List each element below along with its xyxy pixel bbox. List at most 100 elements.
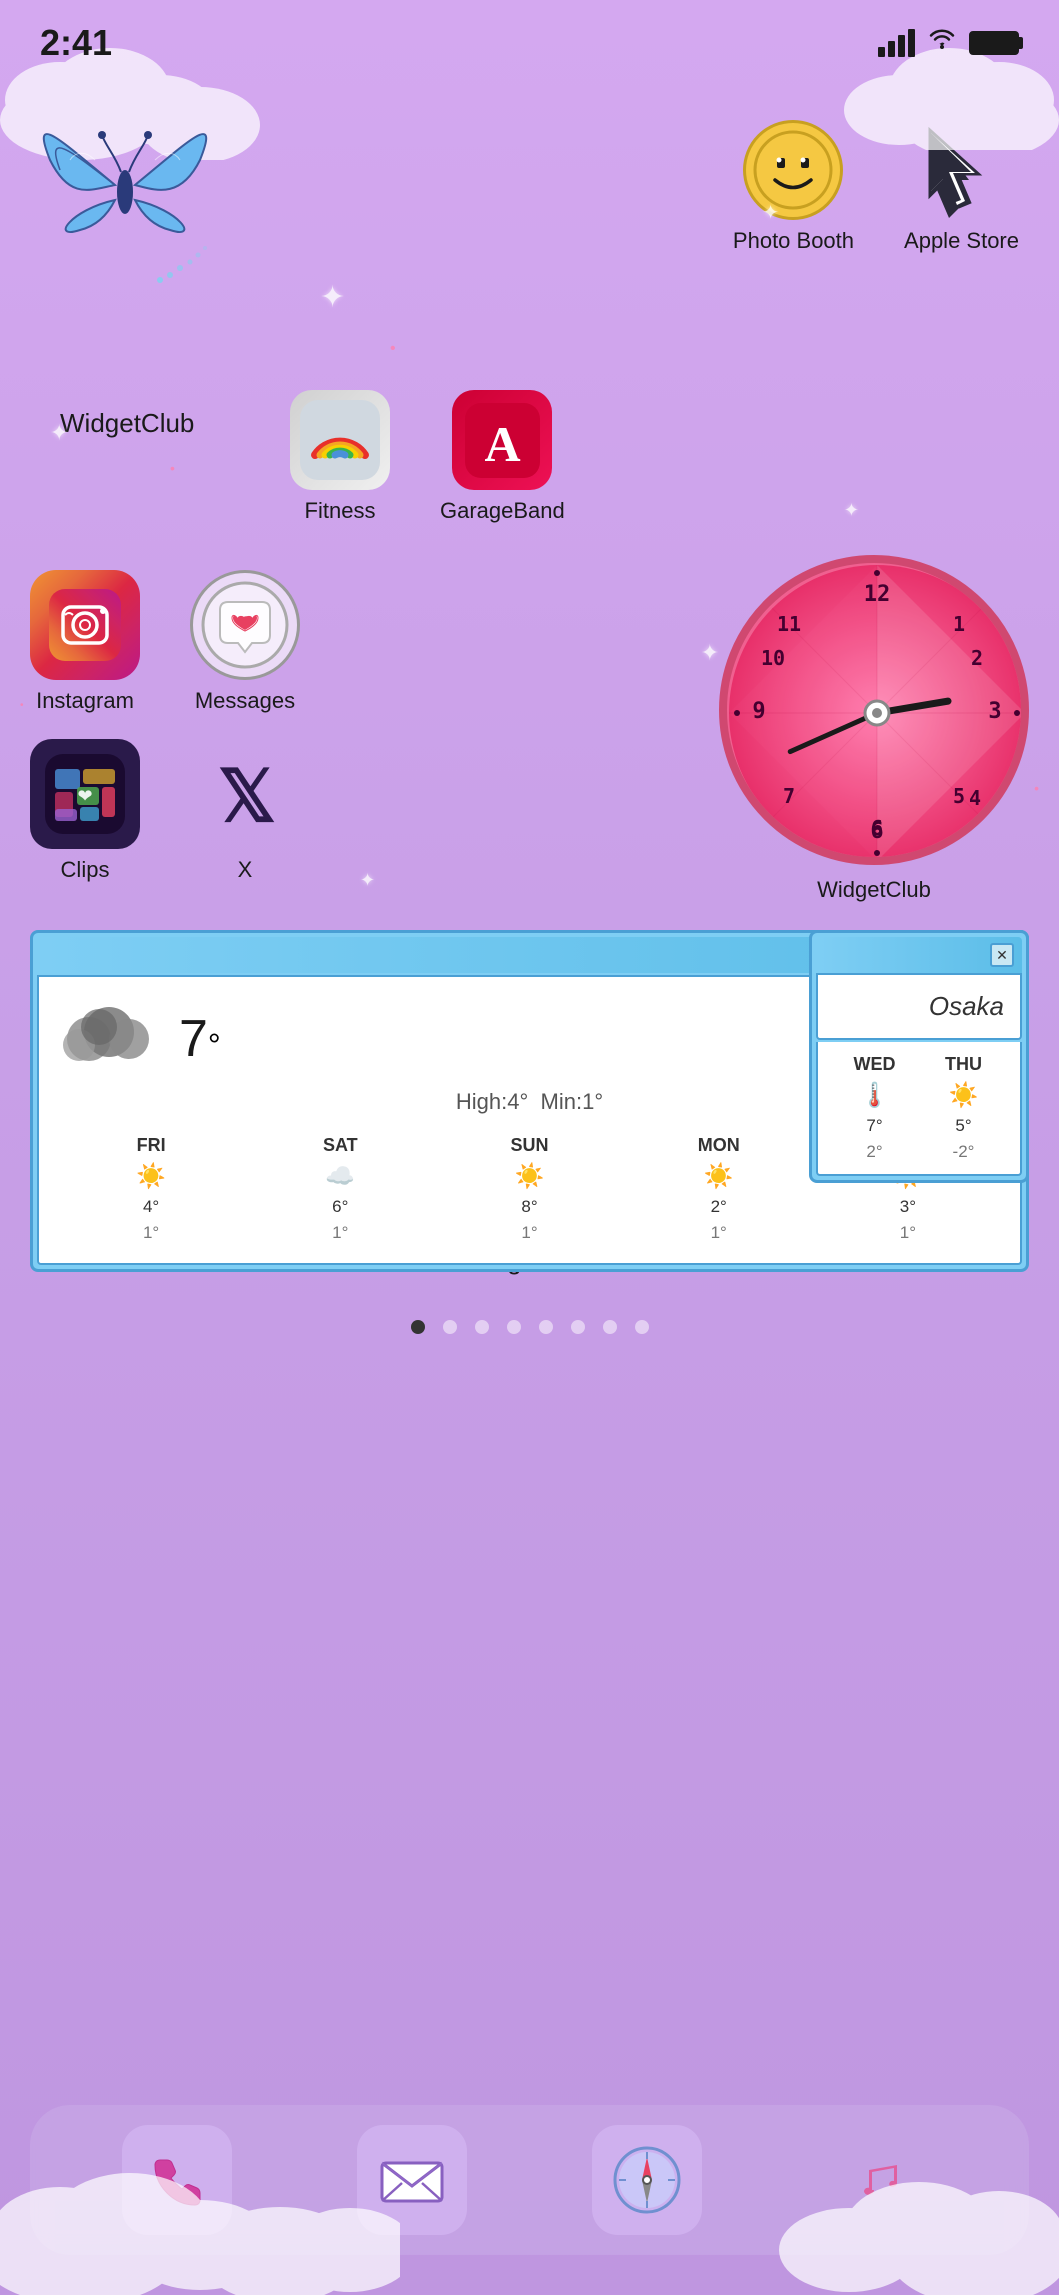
sparkle-6: • — [170, 460, 175, 476]
svg-text:2: 2 — [971, 646, 983, 670]
weather-cloud-icon — [59, 997, 159, 1081]
svg-text:4: 4 — [969, 786, 981, 810]
day-mon-hi: 2° — [711, 1197, 727, 1217]
svg-text:𝕏: 𝕏 — [218, 757, 275, 837]
weather-high-label: High: — [456, 1089, 507, 1114]
osaka-close-button[interactable]: ✕ — [990, 943, 1014, 967]
page-dot-0[interactable] — [411, 1320, 425, 1334]
osaka-extra-days: WED 🌡️ 7° 2° THU ☀️ 5° -2° — [816, 1042, 1022, 1176]
sparkle-9: • — [1034, 780, 1039, 796]
app-fitness[interactable]: Fitness — [290, 390, 390, 524]
osaka-city-label: Osaka — [929, 991, 1004, 1021]
svg-text:9: 9 — [752, 699, 765, 724]
signal-bars-icon — [878, 29, 915, 57]
day-thu-lo: -2° — [953, 1142, 975, 1162]
day-sat-name: SAT — [323, 1135, 358, 1156]
sparkle-7: ✦ — [701, 640, 719, 666]
weather-day-sat: SAT ☁️ 6° 1° — [248, 1135, 432, 1243]
app-row-2: WidgetClub Fitness A GarageBand — [60, 390, 565, 524]
fitness-label: Fitness — [305, 498, 376, 524]
sparkle-4: ✦ — [844, 500, 859, 521]
page-dot-1[interactable] — [443, 1320, 457, 1334]
svg-text:A: A — [484, 416, 520, 472]
clock-label-text: WidgetClub — [817, 877, 931, 902]
butterfly-decoration — [30, 80, 250, 325]
sparkle-8: ✦ — [360, 870, 375, 891]
butterfly-svg — [30, 80, 250, 320]
page-dot-5[interactable] — [571, 1320, 585, 1334]
day-sat-hi: 6° — [332, 1197, 348, 1217]
instagram-icon — [30, 570, 140, 680]
battery-icon — [969, 31, 1019, 55]
page-dot-7[interactable] — [635, 1320, 649, 1334]
sparkle-1: ✦ — [320, 280, 345, 315]
day-sat-icon: ☁️ — [325, 1162, 355, 1191]
svg-text:3: 3 — [988, 699, 1001, 724]
svg-text:6: 6 — [871, 816, 883, 840]
sparkle-10: • — [20, 700, 24, 711]
weather-day-sun: SUN ☀️ 8° 1° — [437, 1135, 621, 1243]
clock-widget-label: WidgetClub — [719, 877, 1029, 903]
cloud-bottom-left — [0, 2095, 400, 2295]
day-fri-hi: 4° — [143, 1197, 159, 1217]
osaka-body: Osaka — [816, 973, 1022, 1040]
app-row-3a: Instagram ❤ Messages — [30, 570, 300, 714]
app-messages[interactable]: ❤ Messages — [190, 570, 300, 714]
sparkle-3: ✦ — [50, 420, 68, 446]
app-clips[interactable]: ❤ Clips — [30, 739, 140, 883]
svg-text:5: 5 — [953, 784, 965, 808]
osaka-titlebar: ✕ — [816, 937, 1022, 973]
x-icon: 𝕏 — [190, 739, 300, 849]
svg-text:1: 1 — [953, 612, 965, 636]
app-widget-club-large[interactable]: WidgetClub — [60, 390, 240, 439]
page-dot-2[interactable] — [475, 1320, 489, 1334]
svg-text:❤: ❤ — [236, 610, 254, 635]
svg-text:11: 11 — [777, 612, 801, 636]
page-dot-3[interactable] — [507, 1320, 521, 1334]
day-sun-name: SUN — [511, 1135, 549, 1156]
day-thu-name: THU — [945, 1054, 982, 1075]
day-fri-lo: 1° — [143, 1223, 159, 1243]
app-x[interactable]: 𝕏 X — [190, 739, 300, 883]
day-wed-lo: 2° — [866, 1142, 882, 1162]
day-mon-name: MON — [698, 1135, 740, 1156]
day-wed-hi: 7° — [866, 1116, 882, 1136]
photo-booth-label: Photo Booth — [733, 228, 854, 254]
messages-icon: ❤ — [190, 570, 300, 680]
app-instagram[interactable]: Instagram — [30, 570, 140, 714]
messages-label: Messages — [195, 688, 295, 714]
app-group-left: Instagram ❤ Messages — [30, 570, 300, 883]
weather-widget: ✕ 7° — [30, 930, 1029, 1272]
garageband-label: GarageBand — [440, 498, 565, 524]
app-row-3b: ❤ Clips 𝕏 X — [30, 739, 300, 883]
page-dot-4[interactable] — [539, 1320, 553, 1334]
day-tue-lo: 1° — [900, 1223, 916, 1243]
weather-temp-value: 7 — [179, 1010, 208, 1068]
status-bar: 2:41 — [0, 0, 1059, 70]
instagram-label: Instagram — [36, 688, 134, 714]
status-time: 2:41 — [40, 22, 112, 64]
garageband-icon: A — [452, 390, 552, 490]
weather-min-val: 1° — [582, 1089, 603, 1114]
widget-club-label: WidgetClub — [60, 408, 194, 439]
svg-text:12: 12 — [864, 582, 891, 607]
svg-text:10: 10 — [761, 646, 785, 670]
day-sun-hi: 8° — [521, 1197, 537, 1217]
day-thu-hi: 5° — [955, 1116, 971, 1136]
weather-min-label: Min: — [541, 1089, 583, 1114]
day-sun-icon: ☀️ — [515, 1162, 545, 1191]
x-label: X — [238, 857, 253, 883]
day-mon-lo: 1° — [711, 1223, 727, 1243]
page-dot-6[interactable] — [603, 1320, 617, 1334]
wifi-icon — [927, 27, 957, 58]
weather-temp-display: 7° — [179, 1009, 221, 1069]
clips-label: Clips — [61, 857, 110, 883]
sparkle-5: • — [390, 340, 396, 358]
day-fri-icon: ☀️ — [136, 1162, 166, 1191]
app-garageband[interactable]: A GarageBand — [440, 390, 565, 524]
day-mon-icon: ☀️ — [704, 1162, 734, 1191]
clock-widget[interactable]: 12 3 6 9 1 2 5 11 10 7 4 6 — [719, 555, 1029, 865]
day-thu-icon: ☀️ — [949, 1081, 979, 1110]
dock-safari[interactable] — [592, 2125, 702, 2235]
clips-icon: ❤ — [30, 739, 140, 849]
